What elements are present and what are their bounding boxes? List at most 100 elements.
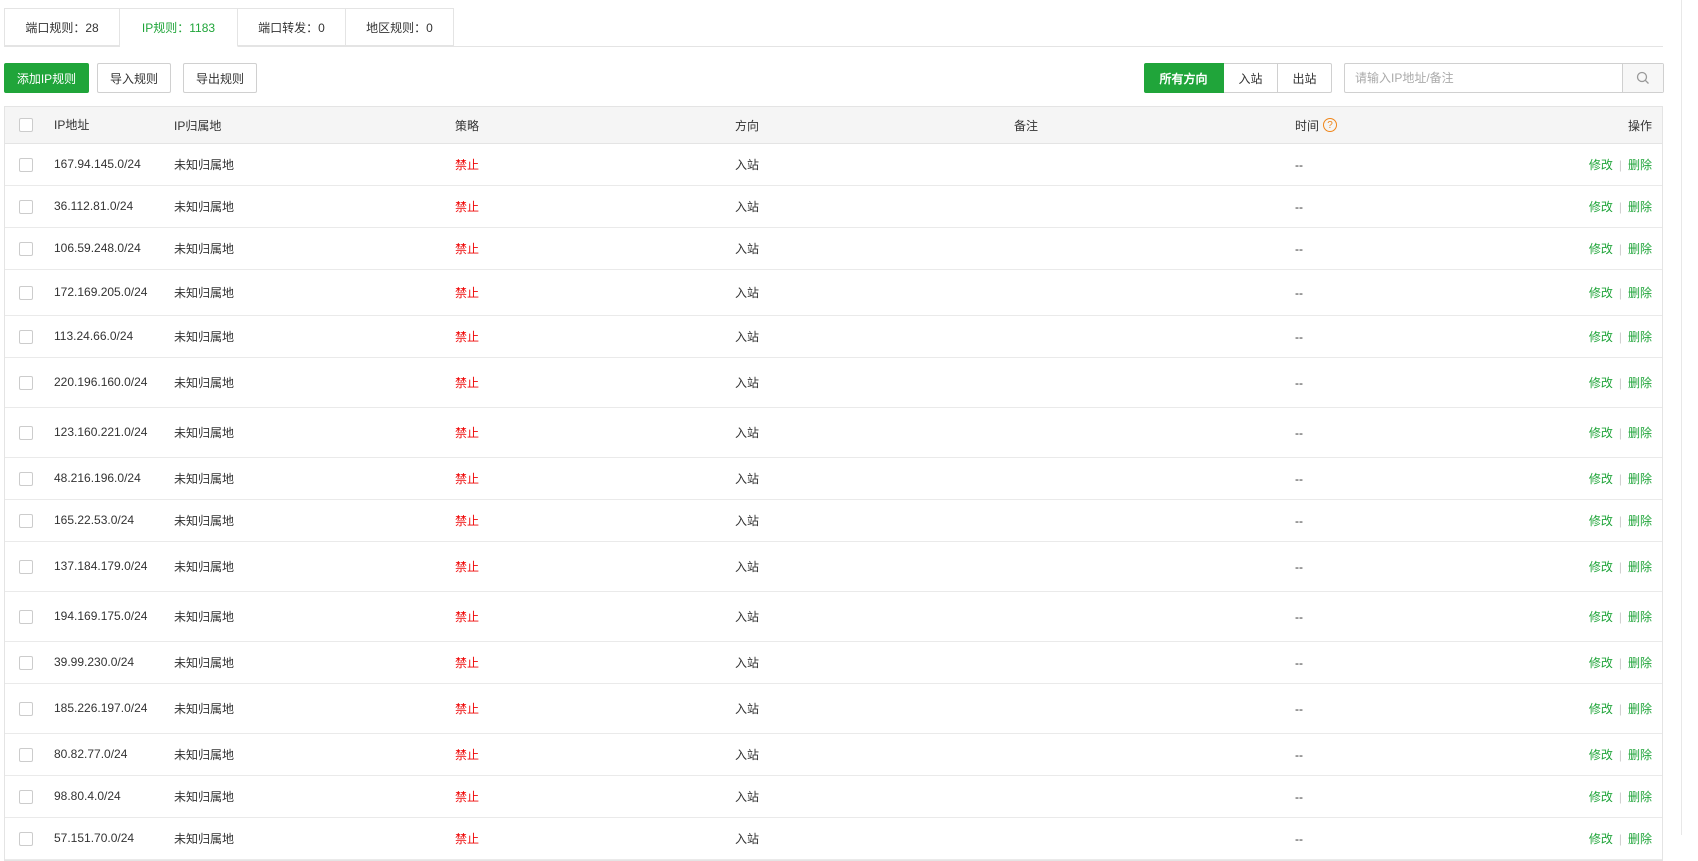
select-all-checkbox[interactable] bbox=[19, 107, 35, 143]
delete-link[interactable]: 删除 bbox=[1628, 198, 1652, 215]
ip-rules-table: IP地址 IP归属地 策略 方向 备注 时间 ? 操作 167.94.145.0… bbox=[4, 106, 1663, 861]
delete-link[interactable]: 删除 bbox=[1628, 608, 1652, 625]
direction-label: 入站 bbox=[735, 790, 760, 804]
action-separator: | bbox=[1618, 471, 1622, 486]
edit-link[interactable]: 修改 bbox=[1589, 328, 1613, 345]
row-actions: 修改 | 删除 bbox=[1589, 500, 1652, 541]
table-row: 172.169.205.0/24 未知归属地 禁止 入站 -- 修改 | 删除 bbox=[5, 270, 1662, 316]
ip-address: 220.196.160.0/24 bbox=[54, 375, 148, 389]
row-checkbox[interactable] bbox=[19, 316, 35, 357]
row-actions: 修改 | 删除 bbox=[1589, 270, 1652, 315]
import-rules-button[interactable]: 导入规则 bbox=[97, 63, 171, 93]
search-input[interactable] bbox=[1345, 64, 1622, 92]
direction-in-button[interactable]: 入站 bbox=[1224, 63, 1278, 93]
table-row: 98.80.4.0/24 未知归属地 禁止 入站 -- 修改 | 删除 bbox=[5, 776, 1662, 818]
delete-link[interactable]: 删除 bbox=[1628, 746, 1652, 763]
row-actions: 修改 | 删除 bbox=[1589, 186, 1652, 227]
edit-link[interactable]: 修改 bbox=[1589, 558, 1613, 575]
search-button[interactable] bbox=[1622, 64, 1663, 92]
action-separator: | bbox=[1618, 609, 1622, 624]
row-checkbox[interactable] bbox=[19, 776, 35, 817]
ip-address: 165.22.53.0/24 bbox=[54, 513, 135, 527]
edit-link[interactable]: 修改 bbox=[1589, 746, 1613, 763]
ip-location: 未知归属地 bbox=[174, 200, 235, 214]
row-checkbox[interactable] bbox=[19, 500, 35, 541]
direction-label: 入站 bbox=[735, 426, 760, 440]
delete-link[interactable]: 删除 bbox=[1628, 654, 1652, 671]
edit-link[interactable]: 修改 bbox=[1589, 512, 1613, 529]
direction-out-button[interactable]: 出站 bbox=[1278, 63, 1332, 93]
row-checkbox[interactable] bbox=[19, 642, 35, 683]
delete-link[interactable]: 删除 bbox=[1628, 374, 1652, 391]
table-row: 48.216.196.0/24 未知归属地 禁止 入站 -- 修改 | 删除 bbox=[5, 458, 1662, 500]
edit-link[interactable]: 修改 bbox=[1589, 240, 1613, 257]
tab-port-forward[interactable]: 端口转发：0 bbox=[238, 8, 346, 46]
delete-link[interactable]: 删除 bbox=[1628, 512, 1652, 529]
delete-link[interactable]: 删除 bbox=[1628, 156, 1652, 173]
row-checkbox[interactable] bbox=[19, 542, 35, 591]
row-actions: 修改 | 删除 bbox=[1589, 592, 1652, 641]
direction-all-button[interactable]: 所有方向 bbox=[1144, 63, 1224, 93]
table-row: 80.82.77.0/24 未知归属地 禁止 入站 -- 修改 | 删除 bbox=[5, 734, 1662, 776]
edit-link[interactable]: 修改 bbox=[1589, 700, 1613, 717]
policy-label: 禁止 bbox=[455, 656, 480, 670]
row-checkbox[interactable] bbox=[19, 358, 35, 407]
policy-label: 禁止 bbox=[455, 242, 480, 256]
ip-location: 未知归属地 bbox=[174, 330, 235, 344]
ip-address: 80.82.77.0/24 bbox=[54, 747, 128, 761]
delete-link[interactable]: 删除 bbox=[1628, 700, 1652, 717]
delete-link[interactable]: 删除 bbox=[1628, 830, 1652, 847]
row-checkbox[interactable] bbox=[19, 186, 35, 227]
delete-link[interactable]: 删除 bbox=[1628, 788, 1652, 805]
delete-link[interactable]: 删除 bbox=[1628, 328, 1652, 345]
time-value: -- bbox=[1295, 471, 1303, 486]
action-separator: | bbox=[1618, 655, 1622, 670]
edit-link[interactable]: 修改 bbox=[1589, 374, 1613, 391]
ip-location: 未知归属地 bbox=[174, 242, 235, 256]
table-row: 123.160.221.0/24 未知归属地 禁止 入站 -- 修改 | 删除 bbox=[5, 408, 1662, 458]
delete-link[interactable]: 删除 bbox=[1628, 558, 1652, 575]
time-value: -- bbox=[1295, 425, 1303, 440]
row-checkbox[interactable] bbox=[19, 270, 35, 315]
action-separator: | bbox=[1618, 559, 1622, 574]
ip-location: 未知归属地 bbox=[174, 832, 235, 846]
tab-port-rules[interactable]: 端口规则：28 bbox=[4, 8, 120, 46]
row-checkbox[interactable] bbox=[19, 592, 35, 641]
row-actions: 修改 | 删除 bbox=[1589, 458, 1652, 499]
edit-link[interactable]: 修改 bbox=[1589, 830, 1613, 847]
delete-link[interactable]: 删除 bbox=[1628, 284, 1652, 301]
edit-link[interactable]: 修改 bbox=[1589, 654, 1613, 671]
edit-link[interactable]: 修改 bbox=[1589, 608, 1613, 625]
edit-link[interactable]: 修改 bbox=[1589, 470, 1613, 487]
ip-location: 未知归属地 bbox=[174, 702, 235, 716]
export-rules-button[interactable]: 导出规则 bbox=[183, 63, 257, 93]
table-row: 36.112.81.0/24 未知归属地 禁止 入站 -- 修改 | 删除 bbox=[5, 186, 1662, 228]
direction-label: 入站 bbox=[735, 832, 760, 846]
vertical-scrollbar[interactable] bbox=[1681, 0, 1698, 835]
action-separator: | bbox=[1618, 157, 1622, 172]
delete-link[interactable]: 删除 bbox=[1628, 470, 1652, 487]
edit-link[interactable]: 修改 bbox=[1589, 424, 1613, 441]
tab-region-rules[interactable]: 地区规则：0 bbox=[346, 8, 454, 46]
row-actions: 修改 | 删除 bbox=[1589, 776, 1652, 817]
tab-ip-rules[interactable]: IP规则：1183 bbox=[120, 8, 238, 47]
delete-link[interactable]: 删除 bbox=[1628, 240, 1652, 257]
edit-link[interactable]: 修改 bbox=[1589, 156, 1613, 173]
policy-label: 禁止 bbox=[455, 330, 480, 344]
edit-link[interactable]: 修改 bbox=[1589, 198, 1613, 215]
row-checkbox[interactable] bbox=[19, 228, 35, 269]
row-checkbox[interactable] bbox=[19, 144, 35, 185]
row-checkbox[interactable] bbox=[19, 684, 35, 733]
edit-link[interactable]: 修改 bbox=[1589, 788, 1613, 805]
ip-location: 未知归属地 bbox=[174, 158, 235, 172]
row-checkbox[interactable] bbox=[19, 818, 35, 859]
row-checkbox[interactable] bbox=[19, 458, 35, 499]
help-icon[interactable]: ? bbox=[1323, 118, 1338, 132]
delete-link[interactable]: 删除 bbox=[1628, 424, 1652, 441]
edit-link[interactable]: 修改 bbox=[1589, 284, 1613, 301]
row-actions: 修改 | 删除 bbox=[1589, 408, 1652, 457]
row-checkbox[interactable] bbox=[19, 734, 35, 775]
add-ip-rule-button[interactable]: 添加IP规则 bbox=[4, 63, 89, 93]
action-separator: | bbox=[1618, 199, 1622, 214]
row-checkbox[interactable] bbox=[19, 408, 35, 457]
